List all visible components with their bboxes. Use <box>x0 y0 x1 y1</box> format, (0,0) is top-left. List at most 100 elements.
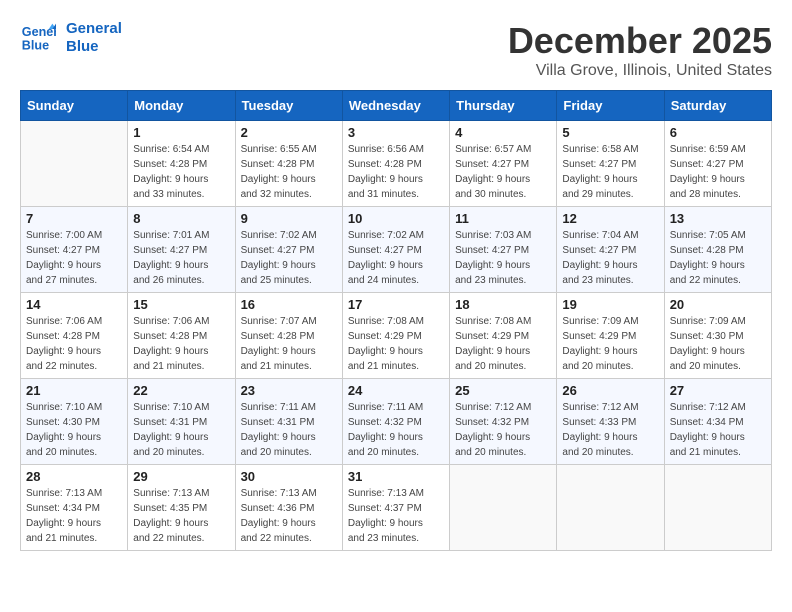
day-number: 4 <box>455 125 551 140</box>
day-number: 14 <box>26 297 122 312</box>
calendar-cell: 2 Sunrise: 6:55 AMSunset: 4:28 PMDaylight… <box>235 121 342 207</box>
calendar-cell: 30Sunrise: 7:13 AMSunset: 4:36 PMDayligh… <box>235 465 342 551</box>
calendar-cell: 23 Sunrise: 7:11 AMSunset: 4:31 PMDayligh… <box>235 379 342 465</box>
day-info: Sunrise: 7:12 AMSunset: 4:34 PMDaylight:… <box>670 400 766 460</box>
weekday-header-row: SundayMondayTuesdayWednesdayThursdayFrid… <box>21 91 772 121</box>
day-number: 22 <box>133 383 229 398</box>
month-title: December 2025 <box>508 20 772 62</box>
day-number: 7 <box>26 211 122 226</box>
day-info: Sunrise: 7:06 AMSunset: 4:28 PMDaylight:… <box>26 314 122 374</box>
day-number: 19 <box>562 297 658 312</box>
day-info: Sunrise: 7:08 AMSunset: 4:29 PMDaylight:… <box>348 314 444 374</box>
weekday-header-wednesday: Wednesday <box>342 91 449 121</box>
day-number: 12 <box>562 211 658 226</box>
day-info: Sunrise: 7:06 AMSunset: 4:28 PMDaylight:… <box>133 314 229 374</box>
calendar-cell: 1 Sunrise: 6:54 AMSunset: 4:28 PMDaylight… <box>128 121 235 207</box>
day-info: Sunrise: 7:07 AMSunset: 4:28 PMDaylight:… <box>241 314 337 374</box>
day-number: 21 <box>26 383 122 398</box>
calendar-week-row: 7 Sunrise: 7:00 AMSunset: 4:27 PMDaylight… <box>21 207 772 293</box>
location-title: Villa Grove, Illinois, United States <box>508 62 772 80</box>
calendar-cell: 11 Sunrise: 7:03 AMSunset: 4:27 PMDayligh… <box>450 207 557 293</box>
day-info: Sunrise: 7:09 AMSunset: 4:29 PMDaylight:… <box>562 314 658 374</box>
day-number: 30 <box>241 469 337 484</box>
day-number: 31 <box>348 469 444 484</box>
calendar-cell: 31Sunrise: 7:13 AMSunset: 4:37 PMDayligh… <box>342 465 449 551</box>
calendar-cell: 3Sunrise: 6:56 AMSunset: 4:28 PMDaylight… <box>342 121 449 207</box>
logo: General Blue General Blue <box>20 20 122 56</box>
calendar-week-row: 28 Sunrise: 7:13 AMSunset: 4:34 PMDayligh… <box>21 465 772 551</box>
calendar-cell: 18 Sunrise: 7:08 AMSunset: 4:29 PMDayligh… <box>450 293 557 379</box>
calendar-cell: 12 Sunrise: 7:04 AMSunset: 4:27 PMDayligh… <box>557 207 664 293</box>
day-number: 16 <box>241 297 337 312</box>
day-number: 1 <box>133 125 229 140</box>
day-info: Sunrise: 7:02 AMSunset: 4:27 PMDaylight:… <box>348 228 444 288</box>
calendar-cell: 19 Sunrise: 7:09 AMSunset: 4:29 PMDayligh… <box>557 293 664 379</box>
calendar-cell: 14 Sunrise: 7:06 AMSunset: 4:28 PMDayligh… <box>21 293 128 379</box>
day-info: Sunrise: 7:13 AMSunset: 4:34 PMDaylight:… <box>26 486 122 546</box>
day-info: Sunrise: 7:11 AMSunset: 4:31 PMDaylight:… <box>241 400 337 460</box>
calendar-cell: 27 Sunrise: 7:12 AMSunset: 4:34 PMDayligh… <box>664 379 771 465</box>
calendar-table: SundayMondayTuesdayWednesdayThursdayFrid… <box>20 90 772 551</box>
title-area: December 2025 Villa Grove, Illinois, Uni… <box>508 20 772 80</box>
calendar-cell: 8 Sunrise: 7:01 AMSunset: 4:27 PMDaylight… <box>128 207 235 293</box>
day-info: Sunrise: 7:09 AMSunset: 4:30 PMDaylight:… <box>670 314 766 374</box>
day-info: Sunrise: 7:05 AMSunset: 4:28 PMDaylight:… <box>670 228 766 288</box>
day-info: Sunrise: 7:00 AMSunset: 4:27 PMDaylight:… <box>26 228 122 288</box>
weekday-header-saturday: Saturday <box>664 91 771 121</box>
weekday-header-friday: Friday <box>557 91 664 121</box>
day-number: 20 <box>670 297 766 312</box>
day-info: Sunrise: 6:55 AMSunset: 4:28 PMDaylight:… <box>241 142 337 202</box>
day-number: 13 <box>670 211 766 226</box>
calendar-cell: 28 Sunrise: 7:13 AMSunset: 4:34 PMDayligh… <box>21 465 128 551</box>
day-number: 11 <box>455 211 551 226</box>
calendar-cell: 4 Sunrise: 6:57 AMSunset: 4:27 PMDaylight… <box>450 121 557 207</box>
calendar-cell <box>21 121 128 207</box>
calendar-cell: 25Sunrise: 7:12 AMSunset: 4:32 PMDayligh… <box>450 379 557 465</box>
day-number: 28 <box>26 469 122 484</box>
day-number: 6 <box>670 125 766 140</box>
day-info: Sunrise: 7:12 AMSunset: 4:32 PMDaylight:… <box>455 400 551 460</box>
calendar-cell: 15 Sunrise: 7:06 AMSunset: 4:28 PMDayligh… <box>128 293 235 379</box>
day-info: Sunrise: 7:04 AMSunset: 4:27 PMDaylight:… <box>562 228 658 288</box>
day-number: 10 <box>348 211 444 226</box>
day-number: 17 <box>348 297 444 312</box>
weekday-header-sunday: Sunday <box>21 91 128 121</box>
logo-icon: General Blue <box>20 20 56 56</box>
day-number: 9 <box>241 211 337 226</box>
day-number: 8 <box>133 211 229 226</box>
calendar-cell: 13 Sunrise: 7:05 AMSunset: 4:28 PMDayligh… <box>664 207 771 293</box>
day-number: 23 <box>241 383 337 398</box>
day-number: 29 <box>133 469 229 484</box>
calendar-cell <box>664 465 771 551</box>
day-number: 26 <box>562 383 658 398</box>
calendar-week-row: 21 Sunrise: 7:10 AMSunset: 4:30 PMDayligh… <box>21 379 772 465</box>
calendar-cell: 20 Sunrise: 7:09 AMSunset: 4:30 PMDayligh… <box>664 293 771 379</box>
calendar-cell: 10 Sunrise: 7:02 AMSunset: 4:27 PMDayligh… <box>342 207 449 293</box>
day-info: Sunrise: 6:59 AMSunset: 4:27 PMDaylight:… <box>670 142 766 202</box>
day-info: Sunrise: 7:13 AMSunset: 4:35 PMDaylight:… <box>133 486 229 546</box>
day-info: Sunrise: 6:58 AMSunset: 4:27 PMDaylight:… <box>562 142 658 202</box>
calendar-cell: 7 Sunrise: 7:00 AMSunset: 4:27 PMDaylight… <box>21 207 128 293</box>
calendar-cell: 29 Sunrise: 7:13 AMSunset: 4:35 PMDayligh… <box>128 465 235 551</box>
day-number: 5 <box>562 125 658 140</box>
page-header: General Blue General Blue December 2025 … <box>20 20 772 80</box>
day-info: Sunrise: 6:54 AMSunset: 4:28 PMDaylight:… <box>133 142 229 202</box>
day-number: 15 <box>133 297 229 312</box>
calendar-cell <box>450 465 557 551</box>
day-info: Sunrise: 6:56 AMSunset: 4:28 PMDaylight:… <box>348 142 444 202</box>
calendar-cell: 5 Sunrise: 6:58 AMSunset: 4:27 PMDaylight… <box>557 121 664 207</box>
day-number: 2 <box>241 125 337 140</box>
calendar-cell: 21 Sunrise: 7:10 AMSunset: 4:30 PMDayligh… <box>21 379 128 465</box>
calendar-cell: 16 Sunrise: 7:07 AMSunset: 4:28 PMDayligh… <box>235 293 342 379</box>
day-info: Sunrise: 7:03 AMSunset: 4:27 PMDaylight:… <box>455 228 551 288</box>
day-info: Sunrise: 7:01 AMSunset: 4:27 PMDaylight:… <box>133 228 229 288</box>
calendar-cell: 9Sunrise: 7:02 AMSunset: 4:27 PMDaylight… <box>235 207 342 293</box>
day-number: 27 <box>670 383 766 398</box>
day-number: 18 <box>455 297 551 312</box>
day-info: Sunrise: 7:10 AMSunset: 4:30 PMDaylight:… <box>26 400 122 460</box>
day-info: Sunrise: 7:08 AMSunset: 4:29 PMDaylight:… <box>455 314 551 374</box>
weekday-header-tuesday: Tuesday <box>235 91 342 121</box>
calendar-week-row: 1 Sunrise: 6:54 AMSunset: 4:28 PMDaylight… <box>21 121 772 207</box>
day-info: Sunrise: 6:57 AMSunset: 4:27 PMDaylight:… <box>455 142 551 202</box>
calendar-week-row: 14 Sunrise: 7:06 AMSunset: 4:28 PMDayligh… <box>21 293 772 379</box>
